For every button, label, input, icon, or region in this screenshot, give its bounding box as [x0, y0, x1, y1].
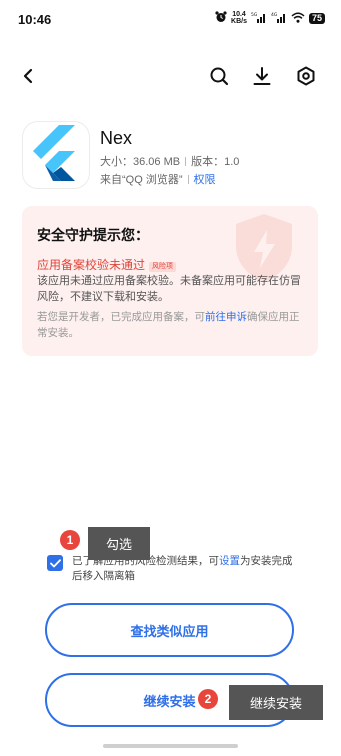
settings-link[interactable]: 设置 — [219, 555, 240, 567]
app-source: 来自“QQ 浏览器” — [100, 174, 183, 186]
settings-hex-icon[interactable] — [294, 64, 318, 88]
app-icon — [22, 121, 90, 189]
app-meta: 大小：36.06 MB 版本：1.0 — [100, 153, 239, 169]
top-nav — [0, 60, 341, 92]
permissions-link[interactable]: 权限 — [194, 174, 216, 186]
consent-checkbox[interactable] — [47, 555, 63, 571]
security-description: 该应用未通过应用备案校验。未备案应用可能存在仿冒风险，不建议下载和安装。 — [37, 275, 301, 303]
step-marker-1: 1 — [60, 530, 80, 550]
status-bar: 10:46 10.4 KB/s 5G 4G 75 — [0, 0, 341, 40]
checkmark-icon — [49, 558, 61, 567]
battery-icon: 75 — [308, 12, 325, 24]
speed-value: 10.4 — [232, 11, 246, 18]
network-speed: 10.4 KB/s — [231, 11, 247, 25]
app-version: 版本：1.0 — [191, 156, 240, 168]
signal-4g-icon: 4G — [271, 12, 287, 25]
status-icons: 10.4 KB/s 5G 4G 75 — [215, 11, 325, 25]
security-warning: 应用备案校验未通过 风险项 — [37, 256, 177, 273]
back-arrow-icon[interactable] — [16, 64, 40, 88]
divider — [187, 175, 189, 184]
developer-note: 若您是开发者，已完成应用备案，可前往申诉确保应用正常安装。 — [37, 309, 309, 341]
wifi-icon — [291, 12, 305, 25]
step-tip-check: 勾选 — [88, 527, 150, 560]
flutter-logo-icon — [29, 123, 83, 188]
warning-text: 应用备案校验未通过 — [37, 258, 146, 272]
signal-5g-icon: 5G — [251, 12, 267, 25]
download-icon[interactable] — [250, 64, 274, 88]
security-title: 安全守护提示您： — [37, 227, 149, 243]
app-name: Nex — [100, 128, 133, 148]
step-marker-2: 2 — [198, 689, 218, 709]
divider — [185, 157, 187, 166]
home-indicator[interactable] — [103, 744, 238, 748]
app-source-line: 来自“QQ 浏览器” 权限 — [100, 171, 216, 187]
app-size: 大小：36.06 MB — [100, 156, 181, 168]
status-time: 10:46 — [18, 12, 52, 27]
search-icon[interactable] — [207, 64, 231, 88]
alarm-icon — [215, 11, 227, 25]
find-similar-button[interactable]: 查找类似应用 — [45, 603, 294, 657]
security-warning-card: 安全守护提示您： 应用备案校验未通过 风险项 该应用未通过应用备案校验。未备案应用… — [22, 206, 318, 356]
appeal-link[interactable]: 前往申诉 — [205, 311, 247, 323]
svg-text:5G: 5G — [251, 12, 258, 18]
risk-badge: 风险项 — [149, 262, 177, 272]
svg-text:4G: 4G — [271, 12, 278, 18]
step-tip-continue: 继续安装 — [229, 685, 323, 720]
speed-unit: KB/s — [231, 18, 247, 25]
developer-note-prefix: 若您是开发者，已完成应用备案，可 — [37, 311, 205, 323]
